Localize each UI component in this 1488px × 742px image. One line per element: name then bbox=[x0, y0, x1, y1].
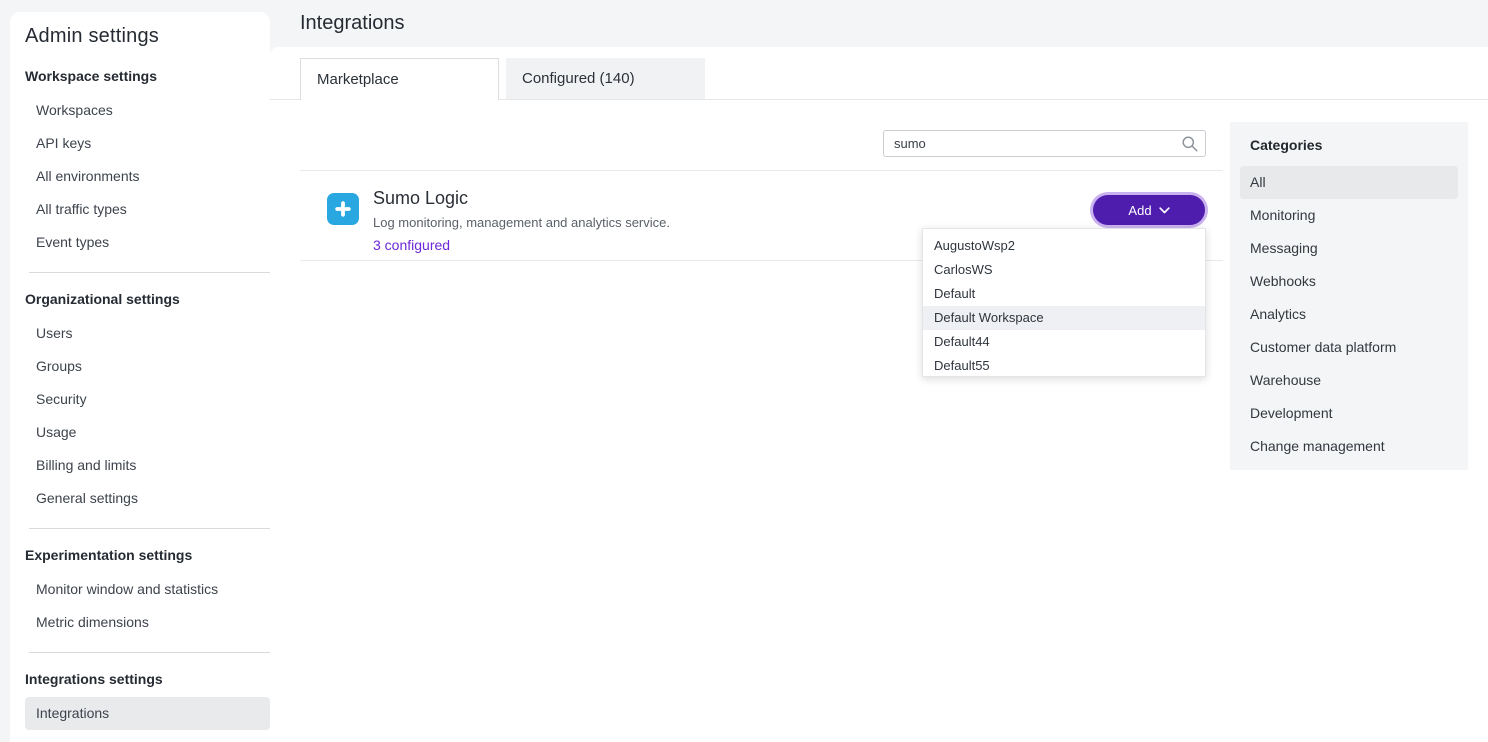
tab-bar: MarketplaceConfigured (140) bbox=[270, 58, 1488, 100]
workspace-option-default44[interactable]: Default44 bbox=[923, 330, 1205, 354]
sidebar-section-integrations-settings: Integrations settings bbox=[25, 669, 270, 689]
sidebar-section-experimentation-settings: Experimentation settings bbox=[25, 545, 270, 565]
chevron-down-icon bbox=[1159, 207, 1170, 214]
category-item-webhooks[interactable]: Webhooks bbox=[1240, 265, 1458, 298]
workspace-option-default55[interactable]: Default55 bbox=[923, 354, 1205, 377]
categories-panel: Categories AllMonitoringMessagingWebhook… bbox=[1230, 122, 1468, 470]
sidebar-section-items: UsersGroupsSecurityUsageBilling and limi… bbox=[25, 317, 270, 515]
sidebar-item-usage[interactable]: Usage bbox=[25, 416, 270, 449]
sidebar-item-monitor-window-and-statistics[interactable]: Monitor window and statistics bbox=[25, 573, 270, 606]
sidebar-item-groups[interactable]: Groups bbox=[25, 350, 270, 383]
configured-count-link[interactable]: 3 configured bbox=[373, 237, 450, 253]
sidebar-item-security[interactable]: Security bbox=[25, 383, 270, 416]
sidebar-item-api-keys[interactable]: API keys bbox=[25, 127, 270, 160]
tab-marketplace[interactable]: Marketplace bbox=[300, 58, 499, 100]
category-item-analytics[interactable]: Analytics bbox=[1240, 298, 1458, 331]
workspace-dropdown: AugustoWsp2CarlosWSDefaultDefault Worksp… bbox=[922, 228, 1206, 377]
sidebar-divider bbox=[29, 652, 270, 653]
sidebar-item-all-traffic-types[interactable]: All traffic types bbox=[25, 193, 270, 226]
admin-settings-sidebar: Admin settings Workspace settings Workspa… bbox=[10, 12, 270, 742]
integrations-content: MarketplaceConfigured (140) Sumo Logic L… bbox=[270, 47, 1488, 742]
add-button-label: Add bbox=[1128, 203, 1151, 218]
sidebar-section-items: WorkspacesAPI keysAll environmentsAll tr… bbox=[25, 94, 270, 259]
categories-header: Categories bbox=[1240, 136, 1458, 154]
sidebar-divider bbox=[29, 528, 270, 529]
sidebar-item-metric-dimensions[interactable]: Metric dimensions bbox=[25, 606, 270, 639]
sidebar-section-workspace-settings: Workspace settings bbox=[25, 66, 270, 86]
categories-list: AllMonitoringMessagingWebhooksAnalyticsC… bbox=[1240, 166, 1458, 463]
category-item-development[interactable]: Development bbox=[1240, 397, 1458, 430]
workspace-option-default[interactable]: Default bbox=[923, 282, 1205, 306]
sidebar-section-items: Integrations bbox=[25, 697, 270, 730]
category-item-monitoring[interactable]: Monitoring bbox=[1240, 199, 1458, 232]
workspace-option-augustowsp2[interactable]: AugustoWsp2 bbox=[923, 234, 1205, 258]
workspace-option-carlosws[interactable]: CarlosWS bbox=[923, 258, 1205, 282]
page-title: Integrations bbox=[270, 0, 1488, 47]
sidebar-item-integrations[interactable]: Integrations bbox=[25, 697, 270, 730]
integration-name: Sumo Logic bbox=[373, 188, 468, 209]
category-item-messaging[interactable]: Messaging bbox=[1240, 232, 1458, 265]
workspace-option-default-workspace[interactable]: Default Workspace bbox=[923, 306, 1205, 330]
sidebar-section-items: Monitor window and statisticsMetric dime… bbox=[25, 573, 270, 639]
add-button[interactable]: Add bbox=[1093, 195, 1205, 225]
sidebar-sections: Workspace settingsWorkspacesAPI keysAll … bbox=[25, 66, 270, 730]
sidebar-divider bbox=[29, 272, 270, 273]
sidebar-item-billing-and-limits[interactable]: Billing and limits bbox=[25, 449, 270, 482]
category-item-warehouse[interactable]: Warehouse bbox=[1240, 364, 1458, 397]
tab-configured-140[interactable]: Configured (140) bbox=[506, 58, 705, 99]
category-item-all[interactable]: All bbox=[1240, 166, 1458, 199]
sidebar-section-organizational-settings: Organizational settings bbox=[25, 289, 270, 309]
sidebar-item-event-types[interactable]: Event types bbox=[25, 226, 270, 259]
sidebar-item-general-settings[interactable]: General settings bbox=[25, 482, 270, 515]
sidebar-title: Admin settings bbox=[25, 22, 270, 50]
search-input[interactable] bbox=[883, 130, 1206, 157]
sumo-logic-plus-icon bbox=[327, 193, 359, 225]
category-item-customer-data-platform[interactable]: Customer data platform bbox=[1240, 331, 1458, 364]
category-item-change-management[interactable]: Change management bbox=[1240, 430, 1458, 463]
main-area: Integrations MarketplaceConfigured (140)… bbox=[270, 0, 1488, 742]
search-box bbox=[883, 130, 1206, 157]
sidebar-item-all-environments[interactable]: All environments bbox=[25, 160, 270, 193]
sidebar-item-workspaces[interactable]: Workspaces bbox=[25, 94, 270, 127]
sidebar-item-users[interactable]: Users bbox=[25, 317, 270, 350]
integration-description: Log monitoring, management and analytics… bbox=[373, 215, 670, 230]
search-icon bbox=[1181, 135, 1199, 153]
